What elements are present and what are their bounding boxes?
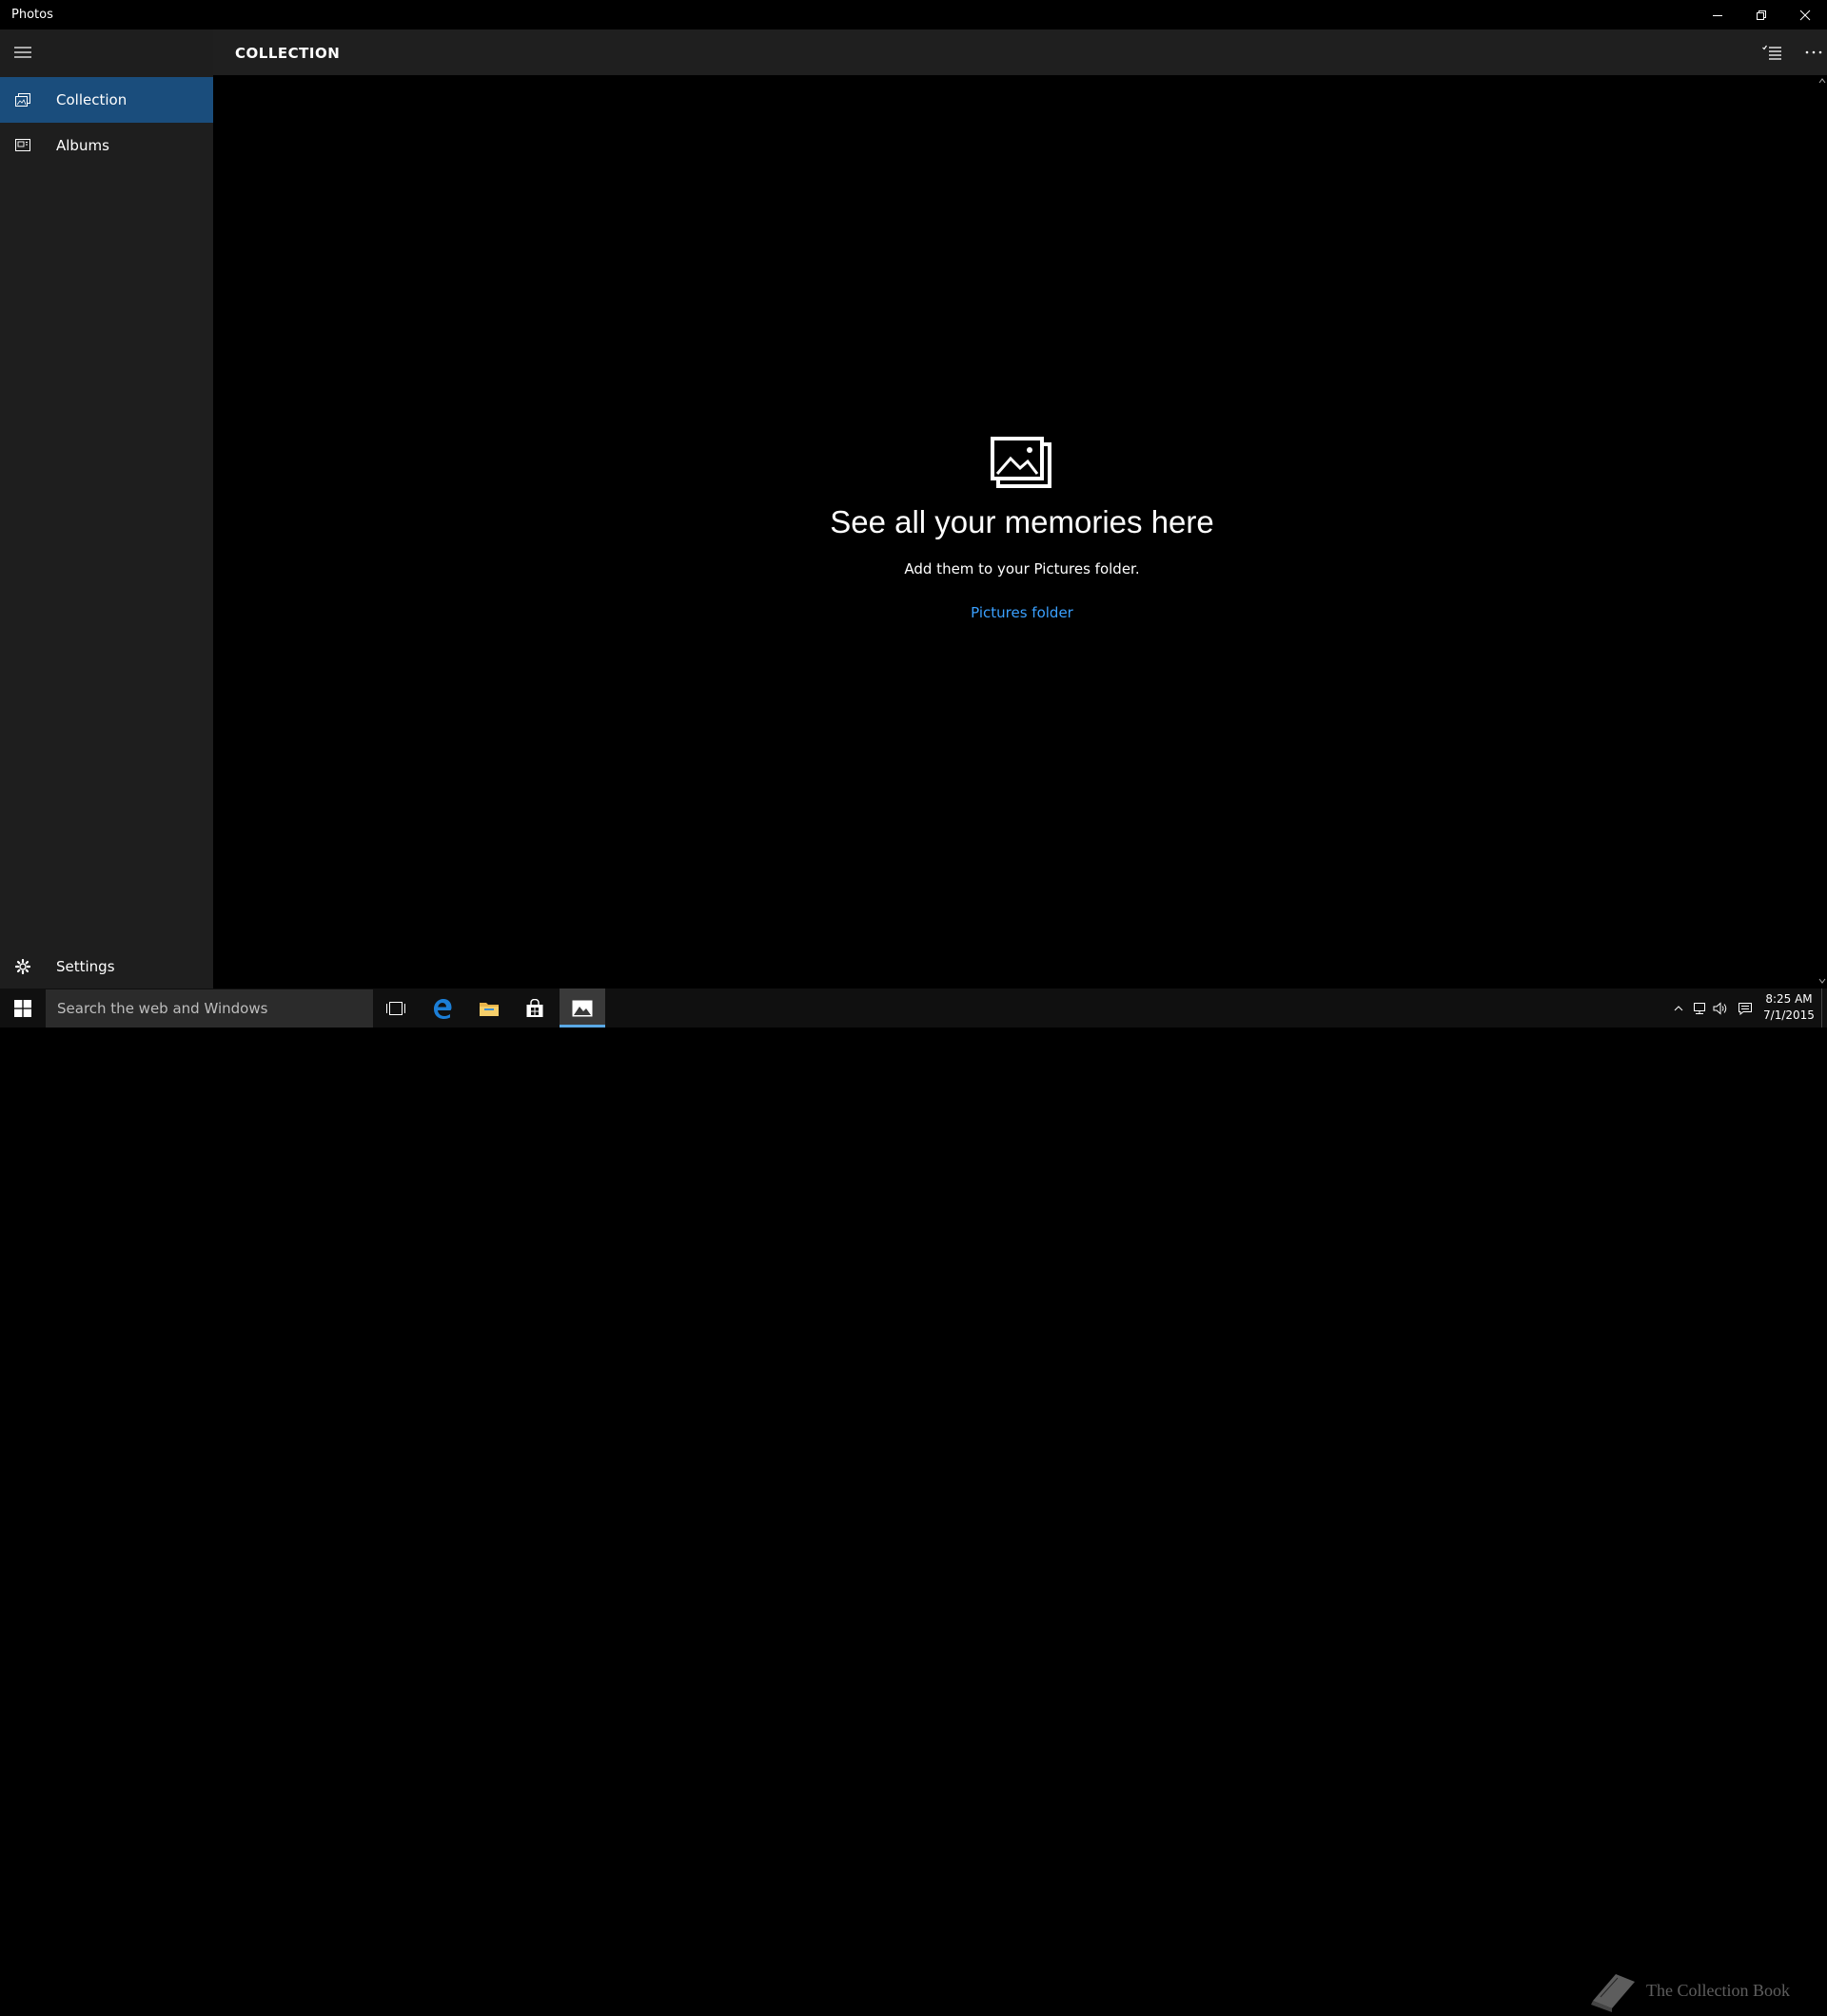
file-explorer-button[interactable]	[466, 988, 512, 1028]
edge-button[interactable]	[420, 988, 465, 1028]
photos-stack-icon	[991, 437, 1051, 488]
hamburger-icon	[14, 47, 31, 58]
restore-icon	[1757, 10, 1766, 20]
select-list-icon	[1762, 45, 1781, 60]
scroll-down-icon[interactable]	[1817, 976, 1827, 986]
watermark-text: The Collection Book	[1646, 1980, 1790, 2000]
store-icon	[526, 998, 543, 1017]
taskbar-search-box[interactable]	[46, 989, 373, 1028]
close-button[interactable]	[1783, 0, 1827, 29]
volume-button[interactable]	[1709, 988, 1732, 1028]
taskbar-search-input[interactable]	[46, 989, 373, 1028]
book-icon	[1591, 1974, 1635, 2012]
clock-time: 8:25 AM	[1765, 992, 1813, 1006]
clock-date: 7/1/2015	[1763, 1008, 1815, 1022]
more-options-button[interactable]	[1791, 29, 1827, 75]
task-view-icon	[386, 1001, 405, 1015]
taskbar: The Collection Book 8:25 AM 7/1/2015	[0, 988, 1827, 2012]
action-center-button[interactable]	[1732, 988, 1758, 1028]
minimize-button[interactable]	[1696, 0, 1739, 29]
page-header: COLLECTION	[213, 29, 1827, 75]
photos-app-icon	[572, 1000, 593, 1016]
hamburger-button[interactable]	[0, 29, 46, 75]
sidebar-item-label: Albums	[56, 137, 109, 154]
chevron-up-icon	[1674, 1005, 1683, 1010]
edge-icon	[434, 998, 452, 1019]
windows-logo-icon	[14, 999, 31, 1017]
start-button[interactable]	[0, 988, 46, 1028]
more-icon	[1805, 50, 1822, 54]
title-bar: Photos	[0, 0, 1827, 29]
watermark: The Collection Book	[1587, 1965, 1806, 2016]
volume-icon	[1713, 1001, 1727, 1015]
close-icon	[1799, 10, 1811, 20]
task-view-button[interactable]	[373, 988, 419, 1028]
pictures-folder-link[interactable]: Pictures folder	[879, 604, 1165, 621]
empty-state-title: See all your memories here	[830, 504, 1214, 539]
empty-state-subtitle: Add them to your Pictures folder.	[904, 560, 1140, 577]
window-title: Photos	[11, 8, 53, 22]
page-title: COLLECTION	[235, 45, 341, 62]
restore-button[interactable]	[1739, 0, 1783, 29]
sidebar-item-albums[interactable]: Albums	[0, 123, 213, 168]
navigation-pane: Collection Albums Settings	[0, 29, 213, 988]
sidebar-item-collection[interactable]: Collection	[0, 77, 213, 123]
scroll-up-icon[interactable]	[1817, 76, 1827, 86]
network-icon	[1694, 1002, 1705, 1014]
network-button[interactable]	[1688, 988, 1711, 1028]
taskbar-clock[interactable]: 8:25 AM 7/1/2015	[1760, 991, 1817, 1024]
vertical-scrollbar[interactable]	[1817, 75, 1827, 988]
albums-icon	[15, 139, 30, 151]
photos-app-button[interactable]	[560, 988, 605, 1028]
store-button[interactable]	[512, 988, 558, 1028]
minimize-icon	[1713, 14, 1722, 16]
notification-icon	[1739, 1002, 1752, 1015]
sidebar-item-label: Settings	[56, 958, 115, 975]
gear-icon	[15, 959, 30, 974]
select-button[interactable]	[1749, 29, 1795, 75]
collection-icon	[15, 93, 30, 107]
file-explorer-icon	[480, 1002, 499, 1016]
sidebar-item-settings[interactable]: Settings	[0, 944, 213, 989]
sidebar-item-label: Collection	[56, 91, 128, 108]
show-desktop-button[interactable]	[1821, 988, 1827, 1028]
show-hidden-icons-button[interactable]	[1667, 988, 1690, 1028]
